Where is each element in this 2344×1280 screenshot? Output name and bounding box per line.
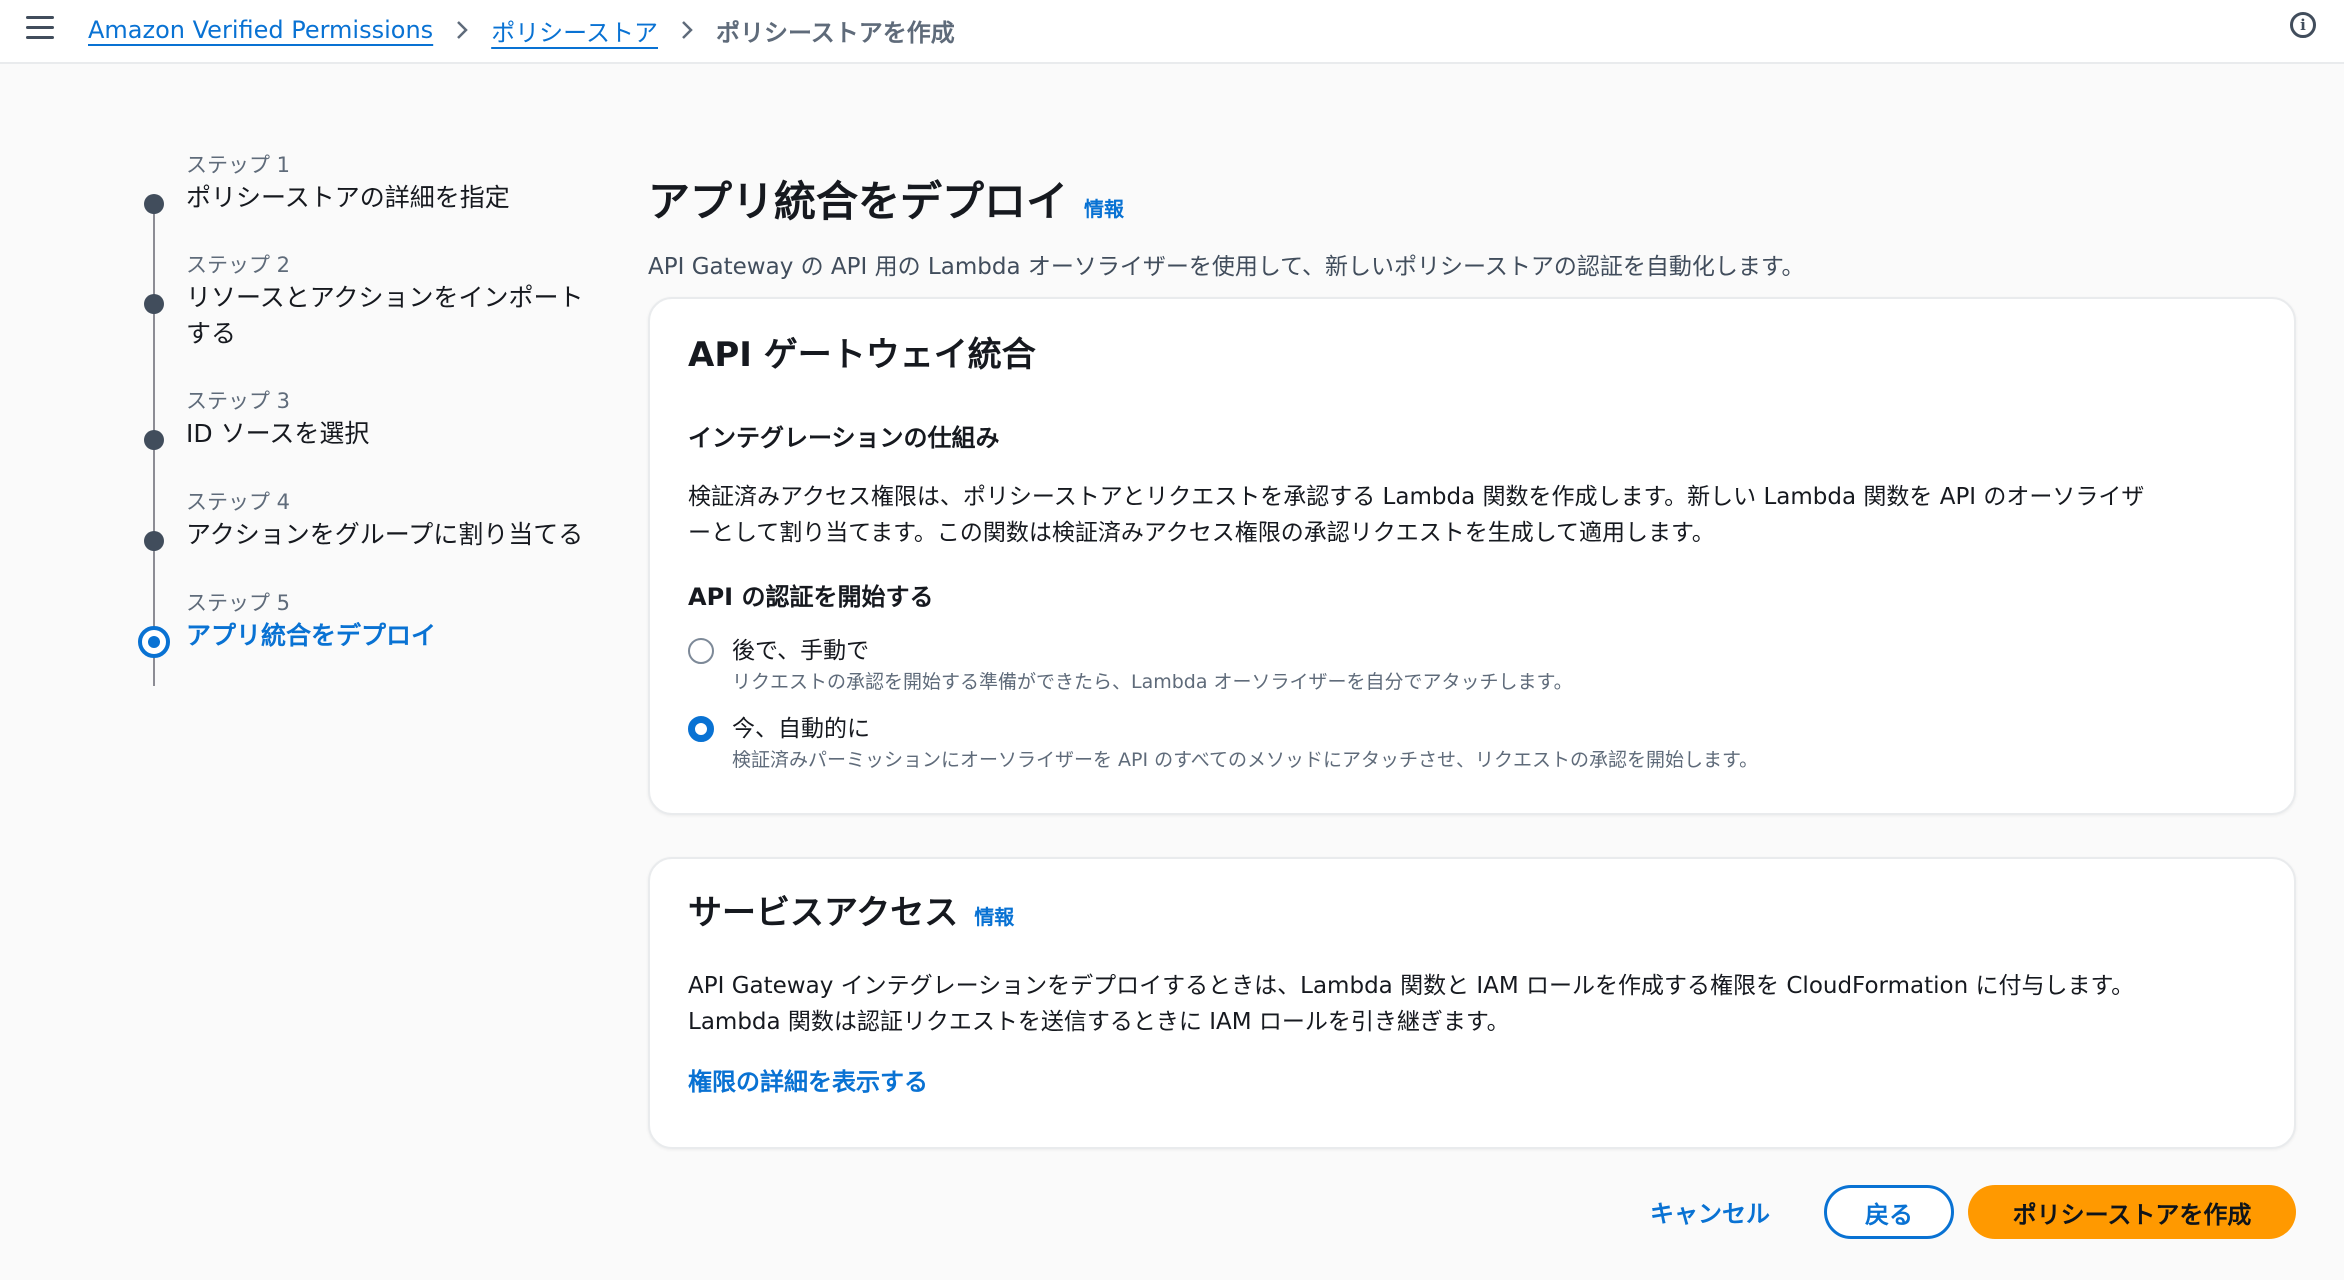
radio-option-now-auto[interactable]: 今、自動的に 検証済みパーミッションにオーソライザーを API のすべてのメソッ… (688, 712, 2256, 774)
step-5[interactable]: ステップ 5 アプリ統合をデプロイ (130, 588, 656, 658)
radio-now-desc: 検証済みパーミッションにオーソライザーを API のすべてのメソッドにアタッチさ… (732, 749, 1759, 771)
view-permission-details-link[interactable]: 権限の詳細を表示する (688, 1062, 2256, 1097)
step-3[interactable]: ステップ 3 ID ソースを選択 (130, 386, 656, 452)
radio-now-label: 今、自動的に (732, 716, 870, 742)
step-2-title-line1[interactable]: リソースとアクションをインポート (186, 280, 656, 316)
step-1-title[interactable]: ポリシーストアの詳細を指定 (186, 180, 656, 216)
how-it-works-line-2: ーとして割り当てます。この関数は検証済みアクセス権限の承認リクエストを生成して適… (688, 520, 1715, 546)
page-description: API Gateway の API 用の Lambda オーソライザーを使用して… (648, 254, 1805, 280)
step-3-dot (144, 430, 164, 450)
step-2[interactable]: ステップ 2 リソースとアクションをインポート する (130, 250, 656, 352)
service-access-info-link[interactable]: 情報 (974, 901, 1014, 930)
step-4-title[interactable]: アクションをグループに割り当てる (186, 517, 656, 553)
step-5-number: ステップ 5 (186, 591, 291, 615)
page-info-link[interactable]: 情報 (1084, 193, 1124, 222)
how-it-works-title: インテグレーションの仕組み (688, 424, 1000, 452)
step-1-number: ステップ 1 (186, 153, 291, 177)
radio-now-auto[interactable] (688, 716, 714, 742)
radio-later-label: 後で、手動で (732, 638, 870, 664)
radio-option-later-manual[interactable]: 後で、手動で リクエストの承認を開始する準備ができたら、Lambda オーソライ… (688, 634, 2256, 696)
breadcrumb-policy-stores[interactable]: ポリシーストア (491, 13, 658, 48)
radio-later-desc: リクエストの承認を開始する準備ができたら、Lambda オーソライザーを自分でア… (732, 671, 1573, 693)
start-auth-title: API の認証を開始する (688, 583, 934, 611)
api-gateway-integration-card: API ゲートウェイ統合 インテグレーションの仕組み 検証済みアクセス権限は、ポ… (648, 297, 2296, 815)
step-2-title-line2[interactable]: する (186, 316, 656, 352)
service-access-text: API Gateway インテグレーションをデプロイするときは、Lambda 関… (688, 968, 2256, 1040)
create-policy-store-button[interactable]: ポリシーストアを作成 (1968, 1185, 2296, 1239)
breadcrumb: Amazon Verified Permissions ポリシーストア ポリシー… (88, 10, 955, 50)
step-5-title[interactable]: アプリ統合をデプロイ (186, 618, 656, 654)
back-button[interactable]: 戻る (1824, 1185, 1954, 1239)
service-access-line-1: API Gateway インテグレーションをデプロイするときは、Lambda 関… (688, 973, 2135, 999)
step-4[interactable]: ステップ 4 アクションをグループに割り当てる (130, 487, 656, 553)
chevron-right-icon (455, 19, 469, 41)
step-5-current-dot (138, 626, 170, 658)
step-4-dot (144, 531, 164, 551)
how-it-works-line-1: 検証済みアクセス権限は、ポリシーストアとリクエストを承認する Lambda 関数… (688, 484, 2145, 510)
breadcrumb-verified-permissions[interactable]: Amazon Verified Permissions (88, 16, 433, 44)
step-3-number: ステップ 3 (186, 389, 291, 413)
info-icon[interactable]: i (2290, 12, 2316, 38)
page-header: アプリ統合をデプロイ 情報 API Gateway の API 用の Lambd… (648, 168, 2296, 281)
service-access-line-2: Lambda 関数は認証リクエストを送信するときに IAM ロールを引き継ぎます… (688, 1009, 1510, 1035)
step-4-number: ステップ 4 (186, 490, 291, 514)
how-it-works-text: 検証済みアクセス権限は、ポリシーストアとリクエストを承認する Lambda 関数… (688, 479, 2256, 551)
menu-icon[interactable] (26, 16, 54, 40)
radio-later-manual[interactable] (688, 638, 714, 664)
step-1[interactable]: ステップ 1 ポリシーストアの詳細を指定 (130, 150, 656, 216)
service-access-title: サービスアクセス (688, 893, 959, 933)
top-navigation-bar: Amazon Verified Permissions ポリシーストア ポリシー… (0, 0, 2344, 64)
api-card-title: API ゲートウェイ統合 (688, 335, 1036, 375)
step-3-title[interactable]: ID ソースを選択 (186, 416, 656, 452)
step-1-dot (144, 194, 164, 214)
breadcrumb-current: ポリシーストアを作成 (716, 18, 955, 47)
service-access-card: サービスアクセス 情報 API Gateway インテグレーションをデプロイする… (648, 857, 2296, 1149)
step-2-number: ステップ 2 (186, 253, 291, 277)
page-title: アプリ統合をデプロイ (648, 177, 1069, 226)
chevron-right-icon (680, 19, 694, 41)
step-2-dot (144, 294, 164, 314)
cancel-button[interactable]: キャンセル (1630, 1186, 1790, 1236)
